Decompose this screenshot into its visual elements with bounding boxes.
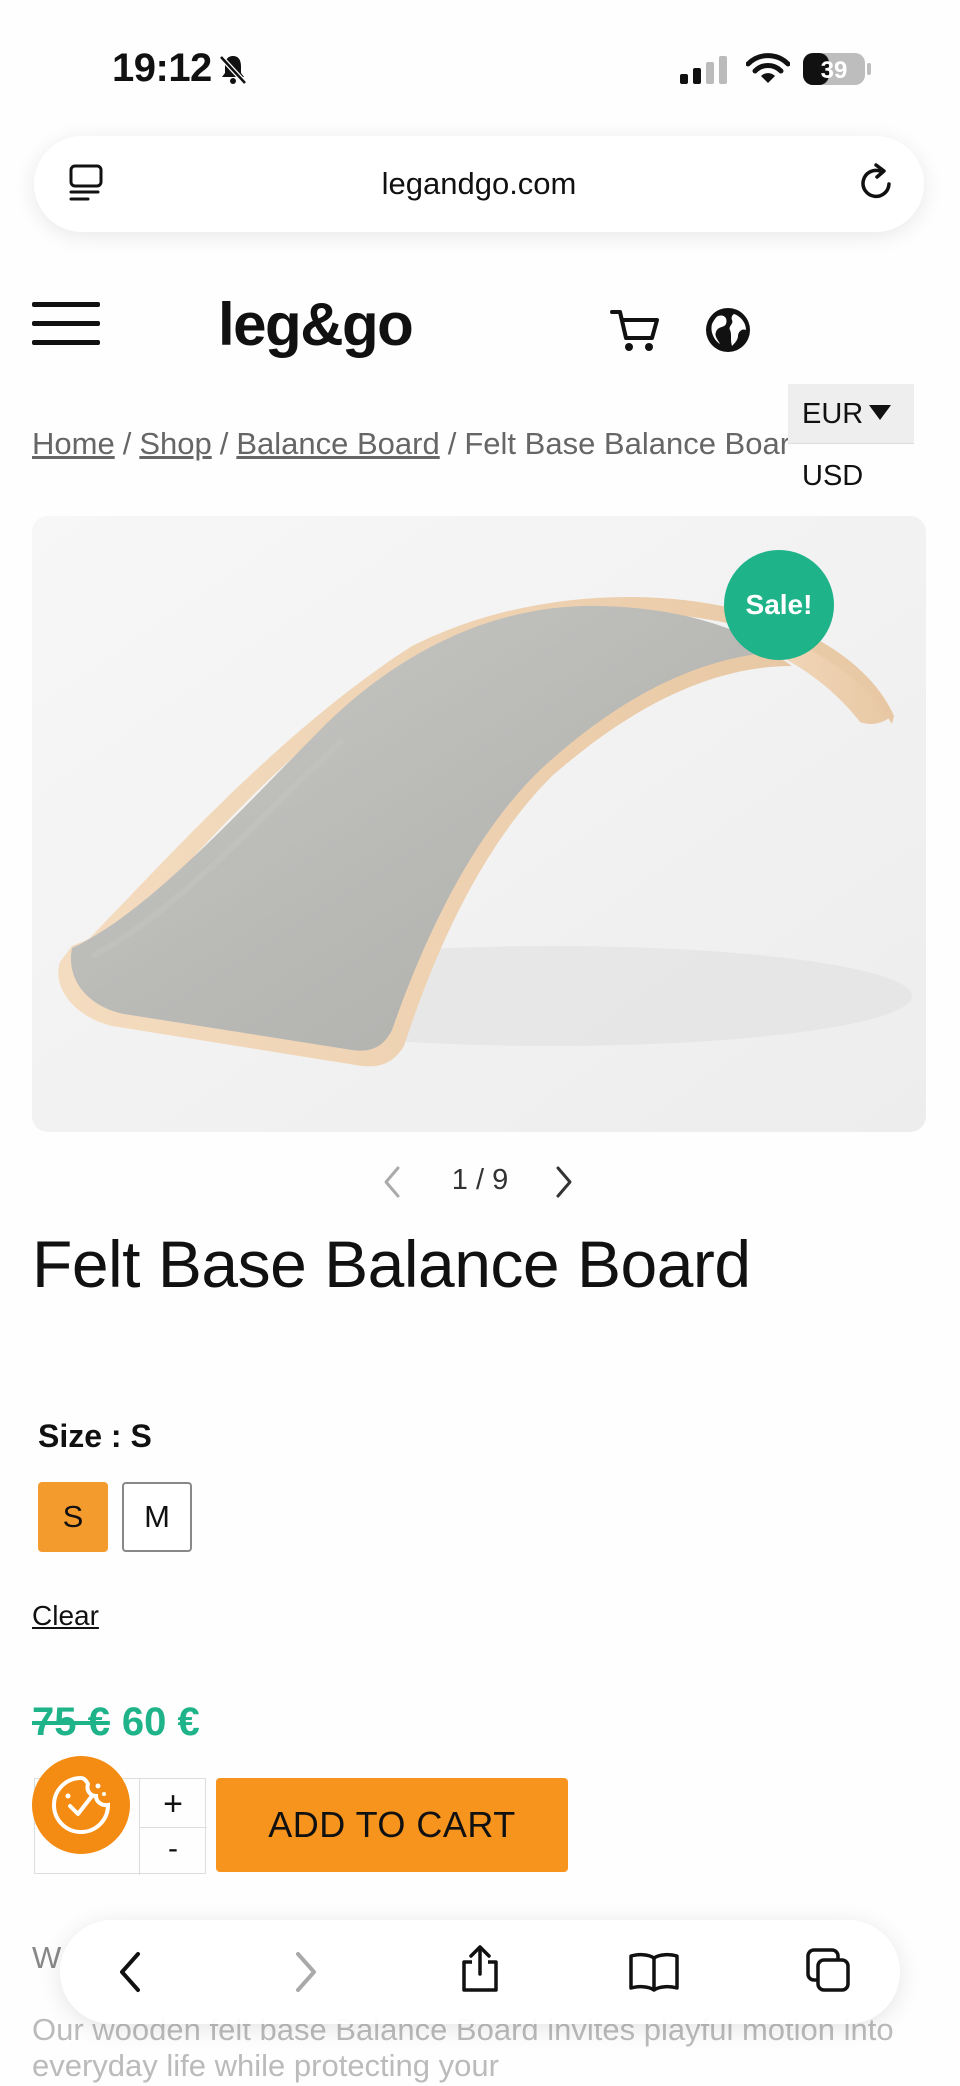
quantity-increase-button[interactable]: + — [139, 1781, 207, 1827]
tabs-icon[interactable] — [804, 1946, 852, 1994]
bookmarks-icon[interactable] — [628, 1950, 680, 1994]
breadcrumb-balance-board[interactable]: Balance Board — [236, 426, 439, 461]
wifi-icon — [746, 53, 790, 83]
breadcrumb: Home / Shop / Balance Board / Felt Base Balanc… — [32, 426, 790, 470]
clear-selection-link[interactable]: Clear — [32, 1600, 99, 1632]
breadcrumb-home[interactable]: Home — [32, 426, 115, 461]
description-heading: W — [32, 1940, 62, 1975]
breadcrumb-current: Felt Base Balance Board — [464, 426, 790, 461]
battery-level: 39 — [821, 57, 848, 84]
size-label: Size : S — [38, 1418, 152, 1454]
quantity-decrease-button[interactable]: - — [139, 1827, 207, 1873]
cell-signal-icon — [680, 56, 727, 84]
menu-icon[interactable] — [32, 302, 100, 346]
size-option-s[interactable]: S — [38, 1482, 108, 1552]
currency-switcher[interactable]: EUR USD — [788, 384, 914, 500]
slide-counter: 1 / 9 — [451, 1164, 509, 1196]
bell-muted-icon — [219, 55, 247, 85]
currency-option-usd[interactable]: USD — [788, 444, 914, 500]
status-time: 19:12 — [112, 46, 212, 90]
url-text[interactable]: legandgo.com — [34, 166, 924, 202]
product-title: Felt Base Balance Board — [32, 1227, 751, 1301]
cart-icon[interactable] — [610, 308, 660, 354]
browser-address-bar[interactable]: legandgo.com — [34, 136, 924, 232]
globe-icon[interactable] — [704, 306, 752, 354]
chevron-right-icon[interactable] — [552, 1164, 576, 1200]
price: 75 €60 € — [32, 1700, 200, 1745]
breadcrumb-shop[interactable]: Shop — [139, 426, 211, 461]
image-slider-nav: 1 / 9 — [0, 1160, 960, 1200]
back-icon[interactable] — [116, 1950, 144, 1994]
currency-selected[interactable]: EUR — [788, 384, 914, 444]
price-sale: 60 € — [121, 1700, 200, 1744]
browser-toolbar — [60, 1920, 900, 2024]
share-icon[interactable] — [458, 1944, 502, 1994]
battery-icon: 39 — [802, 52, 872, 86]
reload-icon[interactable] — [856, 162, 896, 204]
size-option-m[interactable]: M — [122, 1482, 192, 1552]
add-to-cart-button[interactable]: ADD TO CART — [216, 1778, 568, 1872]
sale-badge: Sale! — [724, 550, 834, 660]
status-bar: 19:12 39 — [0, 0, 960, 130]
cookie-consent-icon[interactable] — [32, 1756, 130, 1854]
site-logo[interactable]: leg&go — [218, 290, 414, 359]
forward-icon[interactable] — [292, 1950, 320, 1994]
caret-down-icon — [869, 405, 892, 420]
price-original: 75 € — [32, 1700, 110, 1744]
